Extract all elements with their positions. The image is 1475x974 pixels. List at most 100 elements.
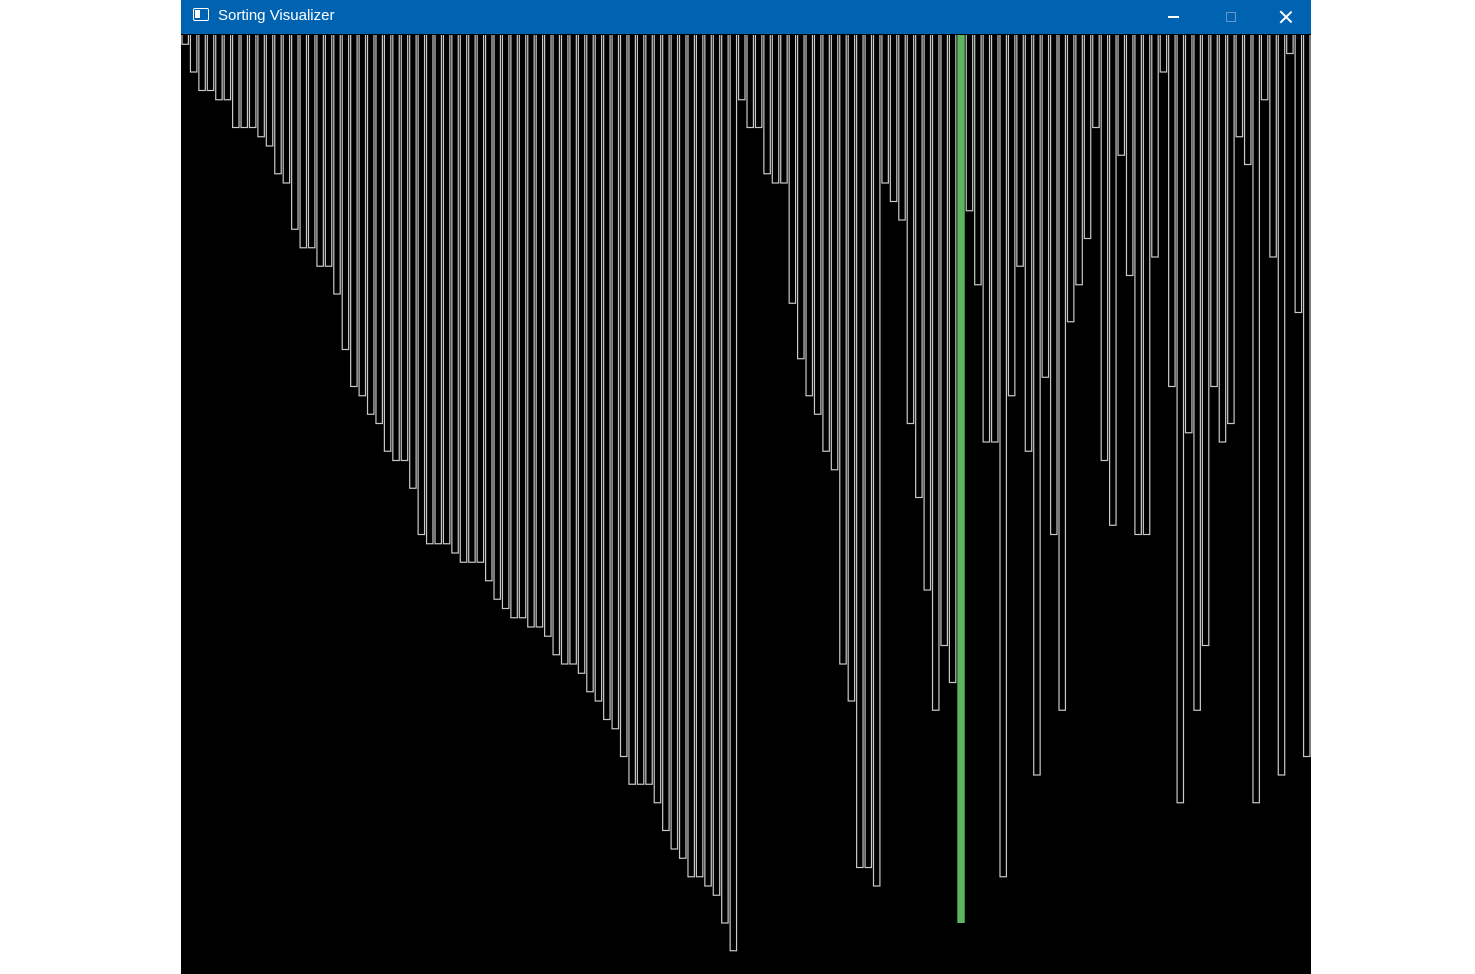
bar (839, 35, 847, 665)
bar (1235, 35, 1244, 138)
app-window: Sorting Visualizer (181, 0, 1311, 974)
title-bar[interactable]: Sorting Visualizer (181, 0, 1311, 34)
bar (763, 35, 771, 175)
bar (1033, 35, 1041, 776)
close-button[interactable] (1260, 0, 1311, 34)
bar (383, 35, 392, 452)
bar (999, 35, 1008, 878)
bar (1286, 35, 1294, 55)
bar (560, 35, 569, 665)
bar (1109, 35, 1117, 526)
bar (1294, 35, 1303, 314)
bar (510, 35, 518, 619)
bar (198, 35, 206, 92)
bar (1184, 35, 1193, 434)
bar (493, 35, 502, 600)
bar (822, 35, 830, 452)
bar (586, 35, 594, 693)
bar (1016, 35, 1024, 267)
bar (1269, 35, 1277, 258)
bar (754, 35, 763, 129)
bar (653, 35, 662, 804)
bar (1168, 35, 1176, 388)
bar (645, 35, 653, 785)
bar (1024, 35, 1033, 452)
bar (931, 35, 940, 711)
bar (847, 35, 856, 702)
maximize-button[interactable] (1202, 0, 1260, 34)
bar (1100, 35, 1109, 462)
bar (333, 35, 341, 295)
bar (746, 35, 755, 129)
bar (1260, 35, 1269, 101)
bar (1243, 35, 1252, 166)
bar (856, 35, 864, 869)
maximize-icon (1226, 12, 1236, 22)
bar (392, 35, 400, 462)
bar (915, 35, 923, 499)
bar (240, 35, 249, 129)
bar (350, 35, 358, 388)
bar (982, 35, 991, 443)
bar (603, 35, 611, 721)
bar (316, 35, 324, 267)
bar (451, 35, 459, 554)
bar (1092, 35, 1100, 129)
bar (670, 35, 679, 850)
bar (442, 35, 451, 545)
bar (619, 35, 628, 758)
bar (628, 35, 636, 785)
bar (215, 35, 223, 101)
bar (1117, 35, 1126, 156)
bars-area (181, 35, 1311, 974)
bar (678, 35, 687, 859)
bar (569, 35, 577, 665)
bar (881, 35, 889, 184)
visualizer-canvas (181, 35, 1311, 974)
bar (864, 35, 873, 869)
bar (1227, 35, 1235, 425)
bar (518, 35, 527, 619)
bar (375, 35, 383, 425)
bar (501, 35, 510, 610)
bar (906, 35, 915, 425)
bar (1075, 35, 1083, 286)
bar (1277, 35, 1286, 776)
bar (1151, 35, 1159, 258)
bar (662, 35, 670, 832)
bar (990, 35, 999, 443)
bar (1302, 35, 1311, 758)
bar (274, 35, 282, 175)
bar (889, 35, 898, 203)
bar (594, 35, 603, 702)
bar (1159, 35, 1168, 73)
app-window-icon (193, 8, 209, 21)
bar (282, 35, 291, 184)
bar (737, 35, 746, 101)
bar (527, 35, 535, 628)
bar (1176, 35, 1185, 804)
bar (974, 35, 982, 286)
bar (898, 35, 906, 221)
bar (695, 35, 704, 878)
window-title: Sorting Visualizer (218, 7, 335, 24)
bar (1134, 35, 1142, 536)
bar (948, 35, 957, 684)
close-icon (1279, 10, 1293, 24)
bar (459, 35, 468, 563)
bar (1210, 35, 1218, 388)
bar (358, 35, 367, 397)
bar (231, 35, 240, 129)
bar (813, 35, 822, 415)
bar (1041, 35, 1050, 378)
bar (324, 35, 333, 267)
bar (265, 35, 274, 147)
minimize-button[interactable] (1144, 0, 1202, 34)
bar (409, 35, 417, 489)
bar (940, 35, 948, 647)
bar (872, 35, 881, 887)
bar (771, 35, 780, 184)
bar (535, 35, 544, 628)
bar (577, 35, 586, 674)
bar (1193, 35, 1201, 711)
